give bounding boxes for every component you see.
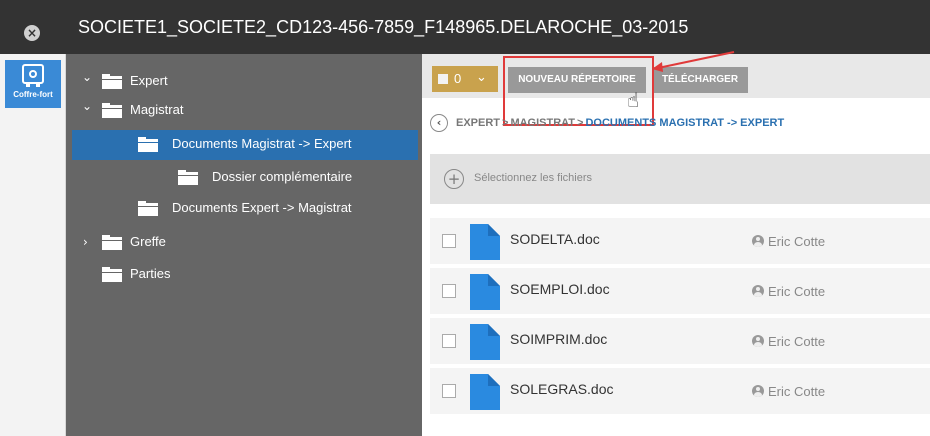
- file-owner: Eric Cotte: [752, 334, 825, 349]
- folder-icon: [178, 170, 198, 185]
- breadcrumb-separator: >: [577, 117, 584, 129]
- file-owner: Eric Cotte: [752, 284, 825, 299]
- tree-item-label: Expert: [130, 73, 168, 88]
- rail-item-label: Coffre-fort: [13, 90, 53, 99]
- user-icon: [752, 235, 764, 247]
- file-row[interactable]: SOIMPRIM.doc Eric Cotte: [430, 318, 930, 364]
- tree-item-expert[interactable]: ⌄ Expert: [66, 67, 422, 97]
- document-icon: [470, 374, 500, 410]
- tree-item-label: Magistrat: [130, 102, 184, 117]
- file-owner: Eric Cotte: [752, 234, 825, 249]
- breadcrumb-item-magistrat[interactable]: MAGISTRAT: [510, 117, 575, 129]
- document-icon: [470, 324, 500, 360]
- file-checkbox[interactable]: [442, 384, 456, 398]
- tree-item-label: Greffe: [130, 234, 166, 249]
- document-icon: [470, 224, 500, 260]
- annotation-arrow-icon: [652, 51, 735, 72]
- file-name[interactable]: SOIMPRIM.doc: [510, 331, 607, 347]
- file-owner: Eric Cotte: [752, 384, 825, 399]
- tree-item-dossier-complementaire[interactable]: Dossier complémentaire: [66, 163, 422, 193]
- selection-dropdown-button[interactable]: 0 ⌄: [432, 66, 498, 92]
- tree-item-parties[interactable]: Parties: [66, 260, 422, 290]
- app-window: × SOCIETE1_SOCIETE2_CD123-456-7859_F1489…: [0, 0, 930, 436]
- file-dropzone[interactable]: + Sélectionnez les fichiers: [430, 154, 930, 204]
- folder-icon: [138, 201, 158, 216]
- back-icon[interactable]: ‹: [430, 114, 448, 132]
- file-name[interactable]: SOEMPLOI.doc: [510, 281, 610, 297]
- tree-item-documents-expert-magistrat[interactable]: Documents Expert -> Magistrat: [66, 194, 422, 224]
- hand-cursor-icon: ☝: [627, 88, 640, 112]
- left-rail: Coffre-fort: [0, 54, 66, 436]
- file-row[interactable]: SODELTA.doc Eric Cotte: [430, 218, 930, 264]
- user-icon: [752, 385, 764, 397]
- window-title: SOCIETE1_SOCIETE2_CD123-456-7859_F148965…: [78, 17, 689, 37]
- tree-item-greffe[interactable]: › Greffe: [66, 228, 422, 258]
- folder-tree: ⌄ Expert ⌄ Magistrat Documents Magistrat…: [66, 54, 422, 436]
- tree-item-label: Documents Expert -> Magistrat: [172, 200, 352, 215]
- main-panel: 0 ⌄ NOUVEAU RÉPERTOIRE TÉLÉCHARGER ☝ ‹ E…: [422, 51, 930, 436]
- breadcrumb-item-current: DOCUMENTS MAGISTRAT -> EXPERT: [585, 117, 785, 129]
- folder-icon: [102, 103, 122, 118]
- chevron-down-icon[interactable]: ⌄: [82, 70, 94, 84]
- breadcrumb-separator: >: [502, 117, 509, 129]
- rail-item-coffre-fort[interactable]: Coffre-fort: [5, 60, 61, 108]
- chevron-down-icon: ⌄: [476, 70, 487, 85]
- dropzone-label: Sélectionnez les fichiers: [474, 172, 593, 184]
- title-bar: × SOCIETE1_SOCIETE2_CD123-456-7859_F1489…: [0, 0, 930, 54]
- file-row[interactable]: SOEMPLOI.doc Eric Cotte: [430, 268, 930, 314]
- chevron-down-icon[interactable]: ⌄: [82, 99, 94, 113]
- file-name[interactable]: SOLEGRAS.doc: [510, 381, 614, 397]
- folder-icon: [102, 235, 122, 250]
- folder-icon: [138, 137, 158, 152]
- file-name[interactable]: SODELTA.doc: [510, 231, 600, 247]
- user-icon: [752, 285, 764, 297]
- file-checkbox[interactable]: [442, 284, 456, 298]
- document-icon: [470, 274, 500, 310]
- file-checkbox[interactable]: [442, 334, 456, 348]
- tree-item-documents-magistrat-expert[interactable]: Documents Magistrat -> Expert: [72, 130, 418, 160]
- folder-icon: [102, 74, 122, 89]
- close-icon[interactable]: ×: [24, 25, 40, 41]
- folder-icon: [102, 267, 122, 282]
- checkbox-icon: [438, 74, 448, 84]
- file-row[interactable]: SOLEGRAS.doc Eric Cotte: [430, 368, 930, 414]
- chevron-right-icon[interactable]: ›: [83, 235, 95, 249]
- tree-item-label: Parties: [130, 266, 171, 281]
- file-checkbox[interactable]: [442, 234, 456, 248]
- add-icon[interactable]: +: [444, 169, 464, 189]
- selection-count: 0: [454, 71, 462, 86]
- user-icon: [752, 335, 764, 347]
- tree-item-label: Documents Magistrat -> Expert: [172, 136, 352, 151]
- breadcrumb-item-expert[interactable]: EXPERT: [456, 117, 500, 129]
- tree-item-magistrat[interactable]: ⌄ Magistrat: [66, 96, 422, 126]
- tree-item-label: Dossier complémentaire: [212, 169, 353, 184]
- safe-icon: [22, 64, 44, 87]
